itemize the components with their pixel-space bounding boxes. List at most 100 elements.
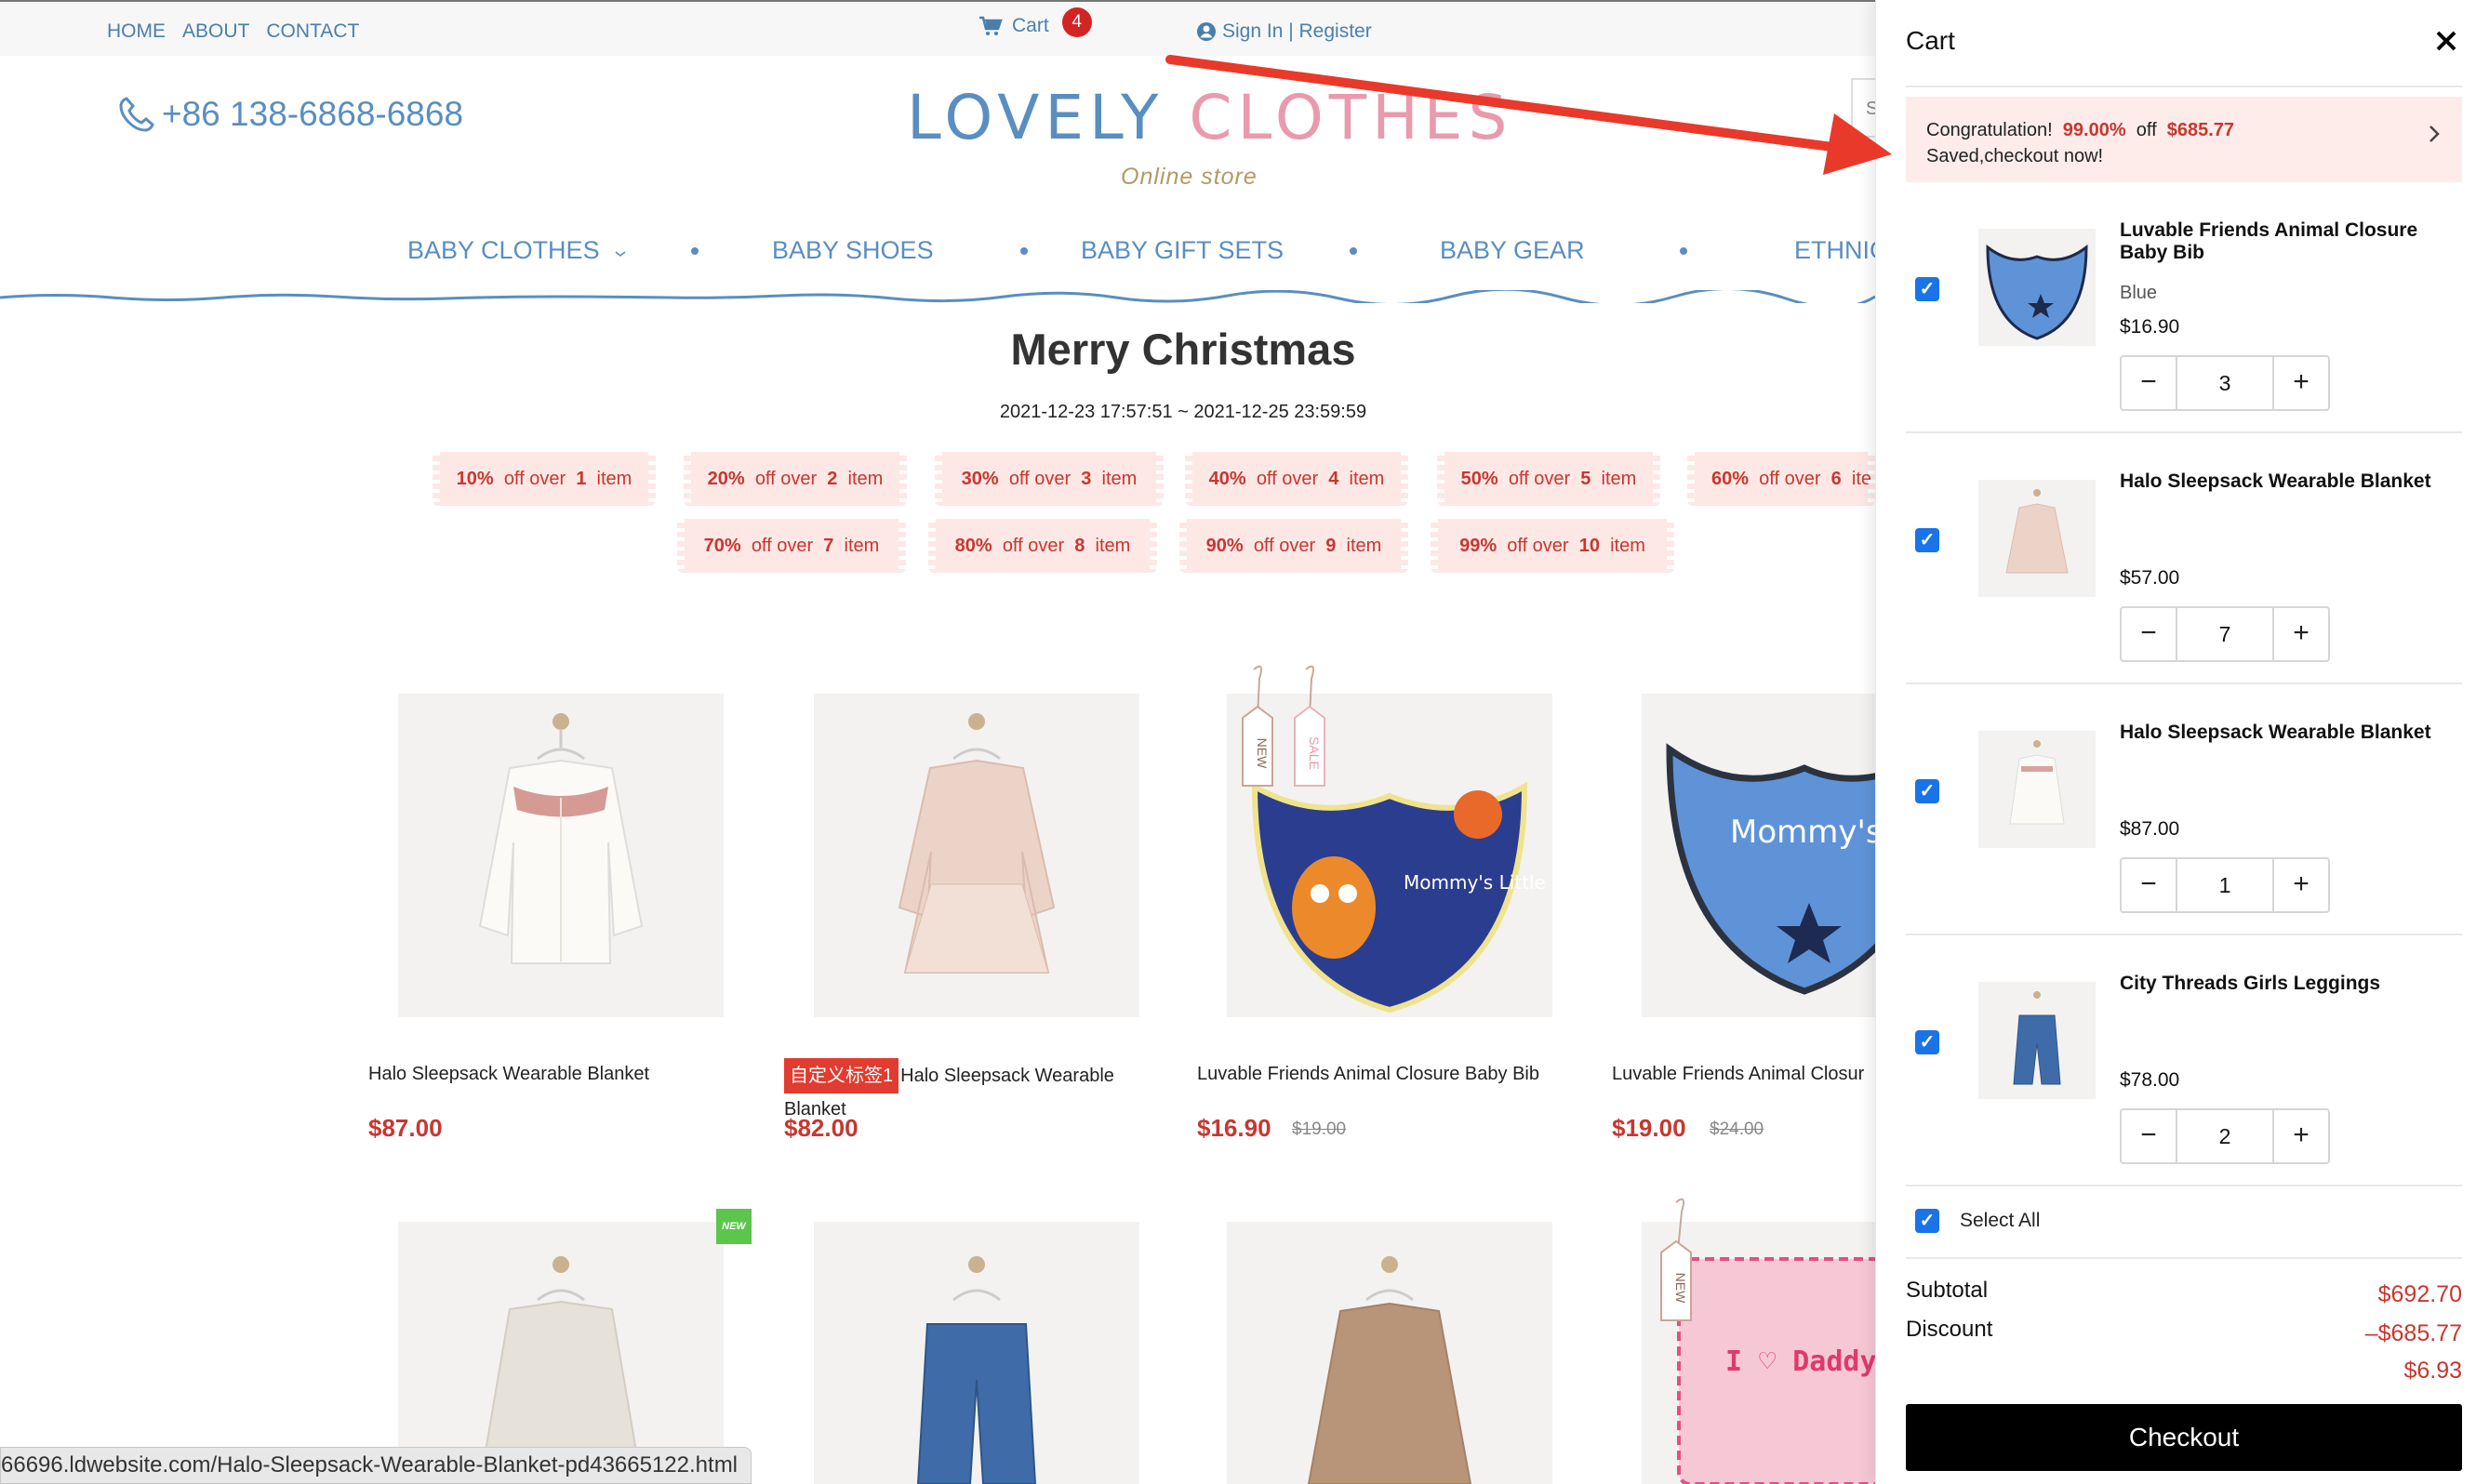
product-bib-boy-art: Mommy's Little Boy <box>1666 743 1875 995</box>
brand-logo[interactable]: LOVELY CLOTHES <box>907 82 1512 153</box>
product-card[interactable]: I ♡ Daddy <box>1612 1222 1875 1484</box>
cart-item-image[interactable] <box>1978 982 2096 1099</box>
product-image[interactable] <box>814 1222 1139 1484</box>
top-bar: HOME ABOUT CONTACT Cart 4 Sign In | Regi… <box>0 0 1875 56</box>
category-baby-gift-sets[interactable]: BABY GIFT SETS <box>1081 236 1284 265</box>
category-baby-gear[interactable]: BABY GEAR <box>1440 236 1585 265</box>
checkout-button[interactable]: Checkout <box>1906 1404 2462 1471</box>
product-card[interactable] <box>1197 1222 1588 1484</box>
increase-qty-button[interactable]: + <box>2274 357 2328 409</box>
increase-qty-button[interactable]: + <box>2274 859 2328 911</box>
product-card[interactable] <box>368 1222 759 1484</box>
cart-item-title[interactable]: Halo Sleepsack Wearable Blanket <box>2120 722 2464 744</box>
item-checkbox[interactable]: ✓ <box>1915 277 1939 301</box>
promotion-date-range: 2021-12-23 17:57:51 ~ 2021-12-25 23:59:5… <box>999 402 1367 422</box>
increase-qty-button[interactable]: + <box>2274 608 2328 660</box>
product-image[interactable] <box>814 694 1139 1017</box>
tier-count: 2 <box>827 469 838 489</box>
product-image[interactable]: Mommy's Little Boy <box>1642 694 1875 1017</box>
discount-tier: 80% off over 8 item <box>928 519 1157 573</box>
discount-tier: 99% off over 10 item <box>1431 519 1674 573</box>
product-price: $16.90 <box>1197 1114 1271 1142</box>
category-ethnic[interactable]: ETHNIC <box>1794 236 1875 265</box>
item-checkbox[interactable]: ✓ <box>1915 528 1939 552</box>
close-icon[interactable] <box>2432 28 2460 56</box>
banner-amount: $685.77 <box>2166 120 2235 140</box>
decrease-qty-button[interactable]: − <box>2122 1110 2176 1162</box>
discount-tier: 10% off over 1 item <box>433 452 656 506</box>
cart-link[interactable]: Cart 4 <box>978 7 1092 37</box>
category-baby-clothes[interactable]: BABY CLOTHES <box>407 236 627 265</box>
signin-text: Sign In | Register <box>1222 20 1372 42</box>
tier-count: 7 <box>823 536 834 556</box>
new-hang-tag: NEW <box>1660 1198 1692 1321</box>
signin-register-link[interactable]: Sign In | Register <box>1196 20 1372 43</box>
tier-text: off over <box>1759 469 1821 489</box>
quantity-input[interactable]: 7 <box>2176 608 2274 660</box>
tier-percent: 80% <box>954 536 992 556</box>
cart-item-image[interactable] <box>1978 480 2096 597</box>
phone-icon <box>119 97 154 132</box>
product-name[interactable]: Luvable Friends Animal Closur <box>1612 1058 1875 1090</box>
tier-percent: 10% <box>456 469 494 489</box>
nav-separator-dot <box>691 247 699 255</box>
increase-qty-button[interactable]: + <box>2274 1110 2328 1162</box>
discount-tier: 70% off over 7 item <box>677 519 906 573</box>
nav-about-link[interactable]: ABOUT <box>182 20 249 43</box>
product-image[interactable] <box>398 694 724 1017</box>
tier-unit: item <box>1610 536 1645 556</box>
product-name[interactable]: Luvable Friends Animal Closure Baby Bib <box>1197 1058 1588 1090</box>
product-image[interactable] <box>1227 1222 1552 1484</box>
tier-count: 3 <box>1081 469 1092 489</box>
banner-off-text: off <box>2136 120 2157 140</box>
quantity-input[interactable]: 2 <box>2176 1110 2274 1162</box>
search-input[interactable]: S <box>1851 78 1875 138</box>
banner-line-2: Saved,checkout now! <box>1926 146 2104 166</box>
tier-text: off over <box>1256 469 1319 489</box>
product-price: $19.00 <box>1612 1114 1686 1142</box>
select-all-toggle[interactable]: ✓ Select All <box>1906 1209 2040 1233</box>
product-image[interactable] <box>398 1222 724 1484</box>
quantity-input[interactable]: 1 <box>2176 859 2274 911</box>
cart-item-price: $87.00 <box>2120 818 2180 840</box>
divider <box>1906 431 2462 433</box>
tier-count: 5 <box>1580 469 1591 489</box>
select-all-checkbox[interactable]: ✓ <box>1915 1209 1939 1233</box>
nav-contact-link[interactable]: CONTACT <box>266 20 359 43</box>
banner-percent: 99.00% <box>2062 120 2126 140</box>
tier-percent: 60% <box>1711 469 1750 489</box>
product-card[interactable] <box>784 1222 1175 1484</box>
bib-thumb-art <box>1986 244 2088 340</box>
tier-count: 1 <box>576 469 587 489</box>
tier-text: off over <box>751 536 814 556</box>
cart-item-image[interactable] <box>1978 731 2096 848</box>
cart-item-title[interactable]: Halo Sleepsack Wearable Blanket <box>2120 470 2464 493</box>
item-checkbox[interactable]: ✓ <box>1915 779 1939 803</box>
hang-tag-new-text: NEW <box>1673 1273 1688 1304</box>
quantity-input[interactable]: 3 <box>2176 357 2274 409</box>
tier-unit: item <box>1346 536 1382 556</box>
tier-text: off over <box>754 469 818 489</box>
decrease-qty-button[interactable]: − <box>2122 608 2176 660</box>
new-badge: NEW <box>716 1209 752 1244</box>
cart-item-image[interactable] <box>1978 229 2096 346</box>
decrease-qty-button[interactable]: − <box>2122 357 2176 409</box>
tier-unit: item <box>1349 469 1385 489</box>
product-name[interactable]: Halo Sleepsack Wearable Blanket <box>368 1058 759 1090</box>
decrease-qty-button[interactable]: − <box>2122 859 2176 911</box>
divider <box>1906 86 2462 87</box>
tier-percent: 90% <box>1205 536 1244 556</box>
cart-item-title[interactable]: City Threads Girls Leggings <box>2120 973 2464 995</box>
category-baby-shoes[interactable]: BABY SHOES <box>772 236 934 265</box>
subtotal-value: $692.70 <box>2377 1281 2462 1307</box>
discount-banner[interactable]: Congratulation! 99.00% off $685.77 Saved… <box>1906 97 2462 182</box>
nav-home-link[interactable]: HOME <box>107 20 166 43</box>
cart-count-badge: 4 <box>1061 7 1092 37</box>
category-label: BABY CLOTHES <box>407 236 600 264</box>
product-original-price: $19.00 <box>1292 1120 1347 1139</box>
store-page: HOME ABOUT CONTACT Cart 4 Sign In | Regi… <box>0 0 1875 1484</box>
tier-text: off over <box>1253 536 1316 556</box>
item-checkbox[interactable]: ✓ <box>1915 1030 1939 1054</box>
product-tan-dress-art <box>1307 1256 1472 1484</box>
cart-item-title[interactable]: Luvable Friends Animal Closure Baby Bib <box>2120 219 2464 264</box>
